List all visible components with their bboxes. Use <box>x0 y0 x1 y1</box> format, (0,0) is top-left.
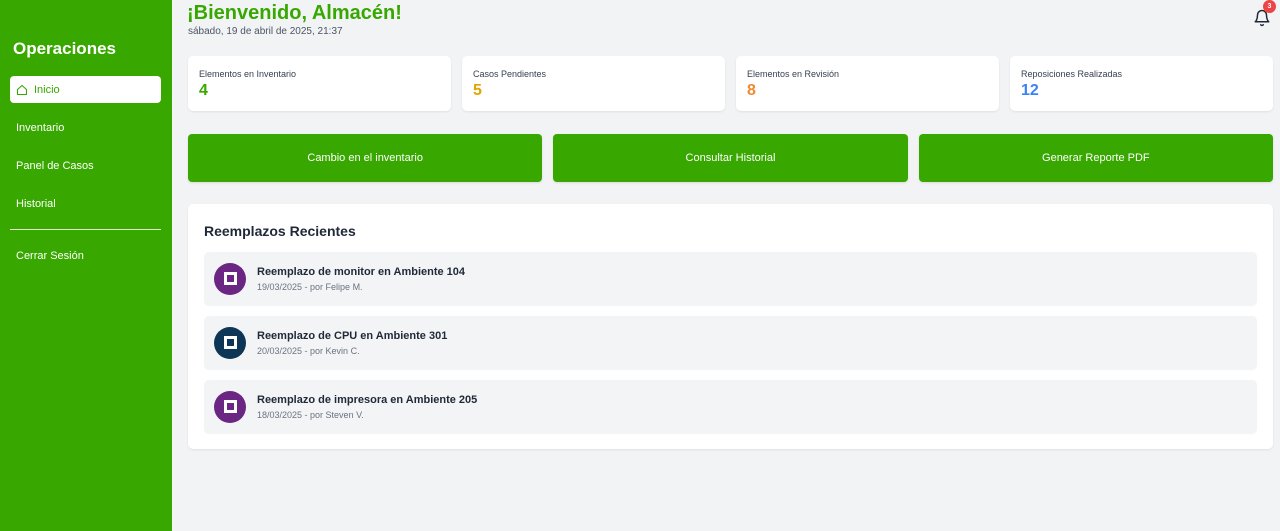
sidebar-item-inventario[interactable]: Inventario <box>10 114 161 141</box>
list-item-title: Reemplazo de impresora en Ambiente 205 <box>257 393 478 406</box>
logout-label: Cerrar Sesión <box>16 249 84 262</box>
sidebar-divider <box>10 229 161 230</box>
sidebar-item-inicio[interactable]: Inicio <box>10 76 161 103</box>
list-item-meta: 20/03/2025 - por Kevin C. <box>257 345 360 356</box>
notifications-button[interactable]: 3 <box>1253 0 1276 28</box>
list-item-title: Reemplazo de CPU en Ambiente 301 <box>257 329 448 342</box>
list-item[interactable]: Reemplazo de CPU en Ambiente 301 20/03/2… <box>204 316 1257 369</box>
stat-label: Reposiciones Realizadas <box>1021 69 1123 79</box>
recent-replacements-panel: Reemplazos Recientes Reemplazo de monito… <box>188 204 1273 449</box>
sidebar-brand: Operaciones <box>13 39 116 58</box>
list-item[interactable]: Reemplazo de monitor en Ambiente 104 19/… <box>204 252 1257 305</box>
page-title: ¡Bienvenido, Almacén! <box>187 2 402 24</box>
sidebar-item-historial[interactable]: Historial <box>10 190 161 217</box>
sidebar-item-label: Inicio <box>34 83 60 96</box>
logout-button[interactable]: Cerrar Sesión <box>10 242 161 269</box>
sidebar-item-panel-casos[interactable]: Panel de Casos <box>10 152 161 179</box>
stat-label: Elementos en Revisión <box>747 69 840 79</box>
pdf-report-button[interactable]: Generar Reporte PDF <box>918 134 1273 182</box>
sidebar-item-label: Historial <box>16 197 56 210</box>
main-content: ¡Bienvenido, Almacén! sábado, 19 de abri… <box>172 0 1280 531</box>
sidebar: Operaciones Inicio Inventario Panel de C… <box>0 0 172 531</box>
stat-card-revision: Elementos en Revisión 8 <box>736 56 999 111</box>
stat-value: 12 <box>1021 82 1039 99</box>
stat-value: 8 <box>747 82 756 99</box>
inventory-change-button[interactable]: Cambio en el inventario <box>188 134 543 182</box>
sidebar-item-label: Panel de Casos <box>16 159 94 172</box>
notification-badge: 3 <box>1263 0 1276 13</box>
stat-value: 4 <box>199 82 208 99</box>
list-item-meta: 19/03/2025 - por Felipe M. <box>257 281 363 292</box>
home-icon <box>16 84 28 95</box>
stat-card-inventario: Elementos en Inventario 4 <box>188 56 451 111</box>
page-date: sábado, 19 de abril de 2025, 21:37 <box>188 26 343 37</box>
list-item-meta: 18/03/2025 - por Steven V. <box>257 409 364 420</box>
device-icon <box>214 390 246 423</box>
sidebar-item-label: Inventario <box>16 121 65 134</box>
list-item[interactable]: Reemplazo de impresora en Ambiente 205 1… <box>204 380 1257 433</box>
recent-title: Reemplazos Recientes <box>204 223 356 239</box>
stat-label: Elementos en Inventario <box>199 69 297 79</box>
stats-row: Elementos en Inventario 4 Casos Pendient… <box>188 56 1273 111</box>
device-icon <box>214 326 246 359</box>
device-icon <box>214 262 246 295</box>
actions-row: Cambio en el inventario Consultar Histor… <box>188 134 1273 182</box>
stat-card-reposiciones: Reposiciones Realizadas 12 <box>1010 56 1273 111</box>
stat-value: 5 <box>473 82 482 99</box>
stat-label: Casos Pendientes <box>473 69 547 79</box>
stat-card-casos: Casos Pendientes 5 <box>462 56 725 111</box>
history-button[interactable]: Consultar Historial <box>553 134 908 182</box>
list-item-title: Reemplazo de monitor en Ambiente 104 <box>257 265 466 278</box>
